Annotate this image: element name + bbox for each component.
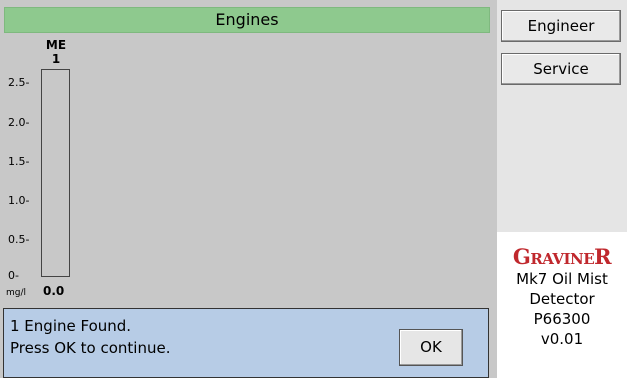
part-number: P66300 (533, 310, 591, 328)
message-line-2: Press OK to continue. (10, 339, 171, 357)
engineer-button[interactable]: Engineer (501, 10, 621, 42)
ok-button[interactable]: OK (399, 329, 463, 366)
engine-number: 1 (51, 52, 61, 66)
engines-panel: Engines 2.5- 2.0- 1.5- 1.0- 0.5- 0- ME 1… (0, 0, 497, 378)
service-button[interactable]: Service (501, 53, 621, 85)
engine-label: ME 1 (41, 38, 71, 66)
engine-level-bar[interactable] (41, 69, 70, 277)
engine-value: 0.0 (43, 284, 65, 298)
side-panel: Engineer Service GRAVINER Mk7 Oil Mist D… (497, 0, 627, 378)
y-tick-1-5: 1.5- (8, 155, 30, 168)
product-name-line-2: Detector (529, 290, 595, 308)
message-line-1: 1 Engine Found. (10, 317, 132, 335)
engine-group: ME (45, 38, 67, 52)
version: v0.01 (540, 330, 584, 348)
y-tick-0-5: 0.5- (8, 233, 30, 246)
product-name-line-1: Mk7 Oil Mist (516, 270, 608, 288)
unit-label: mg/l (6, 288, 27, 298)
y-tick-2-5: 2.5- (8, 76, 30, 89)
product-info: GRAVINER Mk7 Oil Mist Detector P66300 v0… (497, 232, 627, 378)
y-tick-1-0: 1.0- (8, 194, 30, 207)
page-title: Engines (4, 7, 490, 33)
y-tick-0: 0- (8, 269, 19, 282)
graviner-logo: GRAVINER (512, 244, 612, 269)
y-tick-2-0: 2.0- (8, 116, 30, 129)
message-box: 1 Engine Found. Press OK to continue. OK (3, 308, 489, 378)
